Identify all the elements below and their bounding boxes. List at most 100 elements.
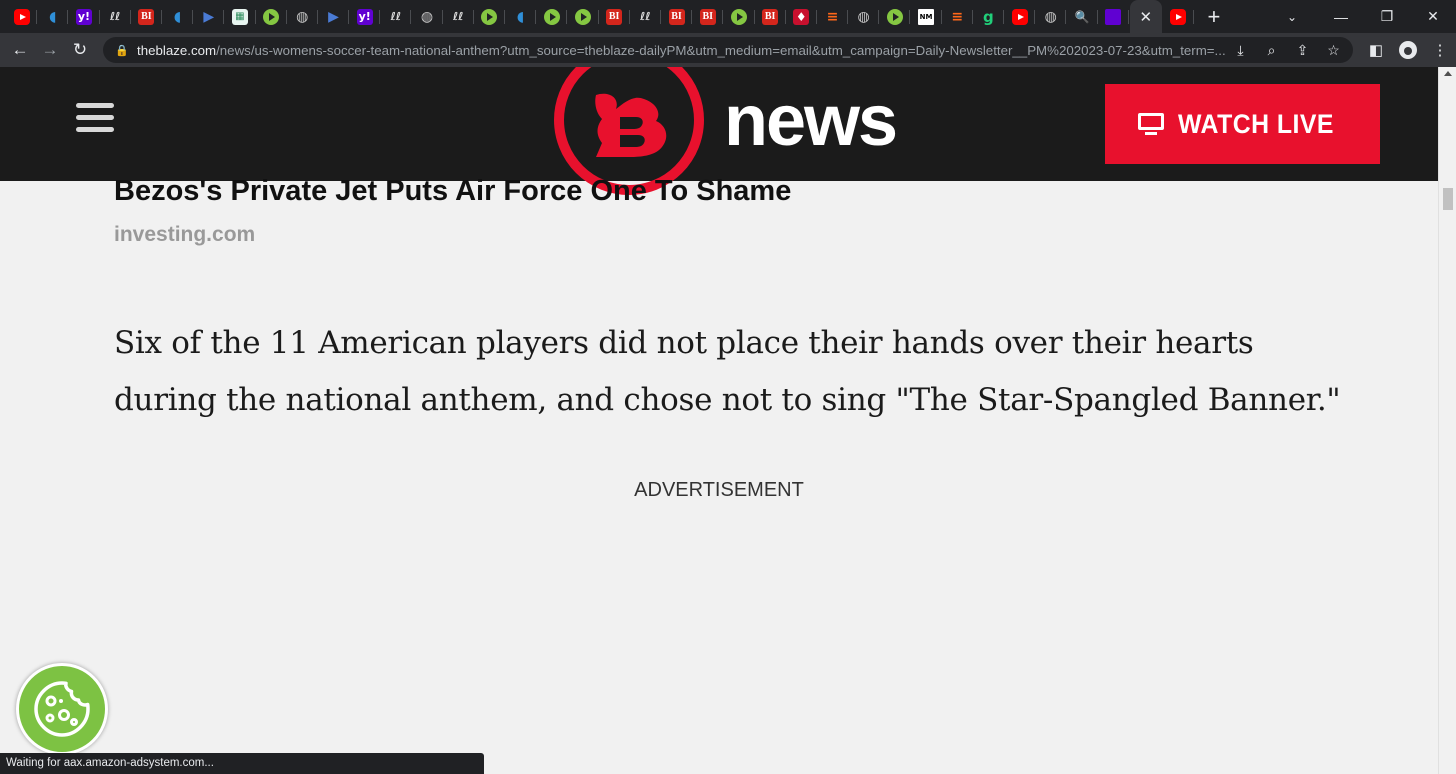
arrow-icon: ▶ xyxy=(328,8,339,25)
browser-tab[interactable]: ▶ xyxy=(318,0,350,33)
browser-tab[interactable]: ◖ xyxy=(162,0,194,33)
tab-active[interactable]: ✕ xyxy=(1129,0,1162,33)
browser-tab-strip: ◖ y! ℓℓ BI ◖ ▶ ▦ ◍ ▶ y! ℓℓ ◍ ℓℓ ◖ BI ℓℓ BI BI BI ♦ ≡ ◍ NM ≡ g ◍ 🔍 ✕… xyxy=(0,0,1456,33)
browser-tab[interactable]: NM xyxy=(910,0,942,33)
browser-tab[interactable]: BI xyxy=(599,0,630,33)
browser-right-tools: ◧ ⋮ xyxy=(1360,33,1456,67)
site-header: news WATCH LIVE xyxy=(0,67,1438,195)
browser-tab[interactable]: y! xyxy=(349,0,381,33)
restore-icon[interactable]: ❐ xyxy=(1364,0,1410,33)
browser-tab[interactable]: ◍ xyxy=(287,0,319,33)
address-host: theblaze.com xyxy=(137,42,217,58)
address-bar[interactable]: 🔒 theblaze.com/news/us-womens-soccer-tea… xyxy=(103,37,1353,63)
reload-icon[interactable]: ↻ xyxy=(65,36,95,64)
browser-tab[interactable] xyxy=(6,0,38,33)
tv-icon xyxy=(1137,113,1164,135)
browser-tab[interactable] xyxy=(567,0,599,33)
browser-tab[interactable] xyxy=(536,0,568,33)
business-insider-icon: BI xyxy=(699,8,716,25)
browser-tab[interactable]: ◍ xyxy=(848,0,880,33)
share-icon[interactable]: ⇪ xyxy=(1289,37,1316,63)
promo-headline[interactable]: Bezos's Private Jet Puts Air Force One T… xyxy=(114,175,791,208)
browser-tab[interactable]: y! xyxy=(68,0,100,33)
back-icon[interactable]: ← xyxy=(5,36,35,64)
browser-tab[interactable]: ♦ xyxy=(786,0,818,33)
browser-toolbar: ← → ↻ 🔒 theblaze.com/news/us-womens-socc… xyxy=(0,33,1456,67)
browser-tab[interactable]: ≡ xyxy=(942,0,974,33)
browser-tab[interactable]: g xyxy=(973,0,1005,33)
watch-live-button[interactable]: WATCH LIVE xyxy=(1105,84,1380,164)
browser-tab[interactable]: ◖ xyxy=(37,0,69,33)
lli-icon: ℓℓ xyxy=(109,10,121,23)
side-panel-icon[interactable]: ◧ xyxy=(1360,33,1392,67)
tab-search-icon[interactable]: ⌄ xyxy=(1272,0,1312,33)
zoom-icon[interactable]: ⌕ xyxy=(1258,37,1285,63)
browser-tab[interactable]: ◍ xyxy=(411,0,443,33)
browser-tab[interactable] xyxy=(1098,0,1129,33)
business-insider-icon: BI xyxy=(138,8,155,25)
close-icon[interactable]: ✕ xyxy=(1138,8,1154,26)
browser-tab[interactable]: ℓℓ xyxy=(100,0,131,33)
browser-tab[interactable] xyxy=(879,0,911,33)
rumble-icon xyxy=(543,8,560,25)
gab-icon: g xyxy=(983,7,994,26)
browser-tab[interactable] xyxy=(1004,0,1036,33)
browser-tab[interactable]: ▦ xyxy=(224,0,256,33)
profile-avatar[interactable] xyxy=(1392,33,1424,67)
scroll-thumb[interactable] xyxy=(1443,188,1453,210)
cookie-settings-button[interactable] xyxy=(16,663,108,755)
bookmark-star-icon[interactable]: ☆ xyxy=(1320,37,1347,63)
browser-tab[interactable]: ◖ xyxy=(505,0,537,33)
business-insider-icon: BI xyxy=(668,8,685,25)
lock-icon[interactable]: 🔒 xyxy=(115,44,129,57)
rumble-icon xyxy=(886,8,903,25)
business-insider-icon: BI xyxy=(762,8,779,25)
status-bar: Waiting for aax.amazon-adsystem.com... xyxy=(0,753,484,774)
browser-tab[interactable] xyxy=(474,0,506,33)
newsmax-icon: NM xyxy=(918,8,935,25)
promo-source: investing.com xyxy=(114,223,256,246)
search-icon: 🔍 xyxy=(1074,9,1090,24)
web-page: news WATCH LIVE Bezos's Private Jet Puts… xyxy=(0,67,1438,774)
browser-tab[interactable]: ℓℓ xyxy=(630,0,662,33)
address-url[interactable]: theblaze.com/news/us-womens-soccer-team-… xyxy=(137,43,1237,58)
browser-tab[interactable] xyxy=(723,0,755,33)
shield-icon: ◖ xyxy=(516,8,525,25)
browser-tab[interactable] xyxy=(1163,0,1195,33)
scroll-up-arrow-icon[interactable] xyxy=(1444,71,1452,76)
install-app-icon[interactable]: ⤓ xyxy=(1227,37,1254,63)
article-paragraph: Six of the 11 American players did not p… xyxy=(114,325,1341,418)
hamburger-line xyxy=(76,115,114,120)
hamburger-menu-icon[interactable] xyxy=(76,103,114,135)
new-tab-button[interactable]: + xyxy=(1198,0,1230,33)
browser-tab[interactable]: ◍ xyxy=(1035,0,1067,33)
browser-tab[interactable]: BI xyxy=(131,0,163,33)
browser-tab[interactable]: 🔍 xyxy=(1066,0,1098,33)
lli-icon: ℓℓ xyxy=(453,10,464,23)
browser-tab[interactable]: ℓℓ xyxy=(443,0,475,33)
hamburger-line xyxy=(76,127,114,132)
browser-menu-icon[interactable]: ⋮ xyxy=(1424,33,1456,67)
browser-tab[interactable]: BI xyxy=(755,0,786,33)
minimize-icon[interactable]: — xyxy=(1318,0,1364,33)
substack-icon: ≡ xyxy=(826,8,839,25)
page-scrollbar[interactable] xyxy=(1438,67,1456,774)
shield-icon: ◖ xyxy=(49,8,57,25)
browser-tab[interactable] xyxy=(256,0,287,33)
forward-icon[interactable]: → xyxy=(35,36,65,64)
mail-icon xyxy=(1105,8,1122,25)
yahoo-icon: y! xyxy=(75,8,92,25)
window-close-icon[interactable]: ✕ xyxy=(1410,0,1456,33)
blaze-b-icon xyxy=(595,93,667,157)
browser-tab[interactable]: BI xyxy=(692,0,724,33)
avatar xyxy=(1399,41,1417,59)
browser-tab[interactable]: ≡ xyxy=(817,0,849,33)
rumble-icon xyxy=(481,8,498,25)
substack-icon: ≡ xyxy=(951,8,964,25)
browser-tab[interactable]: ℓℓ xyxy=(380,0,412,33)
logo-news-text[interactable]: news xyxy=(724,80,898,162)
browser-tab[interactable]: ▶ xyxy=(193,0,225,33)
hamburger-line xyxy=(76,103,114,108)
browser-tab[interactable]: BI xyxy=(661,0,693,33)
yahoo-icon: y! xyxy=(356,8,373,25)
